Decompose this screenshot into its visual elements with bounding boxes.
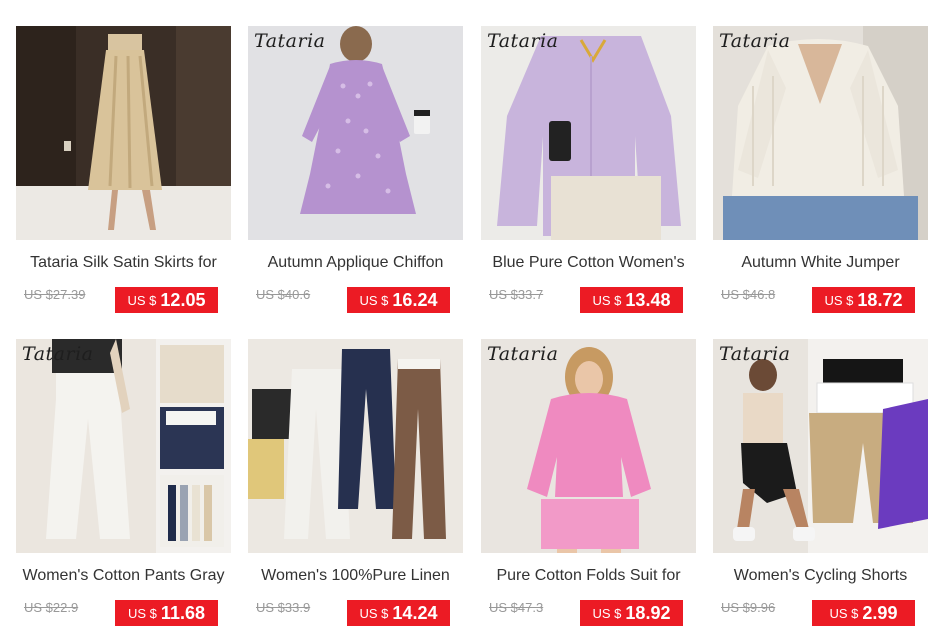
sale-price: 14.24 [392,602,438,623]
sale-price-badge: US $ 18.92 [580,600,683,626]
original-price: US $33.7 [489,287,544,302]
product-card[interactable]: Tataria Blue Pure Cotton Women's US $33.… [481,26,696,326]
original-price: US $46.8 [721,287,776,302]
sale-price: 11.68 [160,602,205,623]
brand-watermark: Tataria [254,30,326,52]
sale-price-badge: US $ 11.68 [115,600,218,626]
sale-price: 12.05 [160,289,206,310]
product-card[interactable]: Tataria Pure Cotton Folds Suit for US $4… [481,339,696,639]
brand-watermark: Tataria [487,343,559,365]
currency-label: US $ [128,605,157,621]
product-card[interactable]: Tataria Autumn Applique Chiffon US $40.6… [248,26,463,326]
sale-price-badge: US $ 2.99 [812,600,915,626]
original-price: US $33.9 [256,600,311,615]
product-card[interactable]: Tataria Women's Cotton Pants Gray US $22… [16,339,231,639]
currency-label: US $ [592,605,622,621]
sale-price-badge: US $ 13.48 [580,287,683,313]
product-image[interactable]: Tataria [248,26,463,240]
sale-price: 2.99 [862,602,898,623]
product-image[interactable]: Tataria [481,26,696,240]
original-price: US $27.39 [24,287,86,302]
sale-price-badge: US $ 16.24 [347,287,450,313]
product-card[interactable]: Tataria Autumn White Jumper US $46.8 US … [713,26,928,326]
sale-price: 18.92 [625,602,671,623]
currency-label: US $ [127,292,157,308]
sale-price-badge: US $ 18.72 [812,287,915,313]
product-image[interactable]: Tataria [713,26,928,240]
product-title[interactable]: Blue Pure Cotton Women's [481,254,696,272]
product-card[interactable]: Tataria Silk Satin Skirts for US $27.39 … [16,26,231,326]
product-title[interactable]: Women's 100%Pure Linen [248,567,463,585]
product-card[interactable]: Women's 100%Pure Linen US $33.9 US $ 14.… [248,339,463,639]
brand-watermark: Tataria [719,30,791,52]
product-title[interactable]: Women's Cotton Pants Gray [16,567,231,585]
original-price: US $22.9 [24,600,79,615]
product-title[interactable]: Autumn Applique Chiffon [248,254,463,272]
product-image[interactable] [16,26,231,240]
product-image[interactable] [248,339,463,553]
sale-price-badge: US $ 12.05 [115,287,218,313]
currency-label: US $ [592,292,622,308]
product-title[interactable]: Pure Cotton Folds Suit for [481,567,696,585]
product-image[interactable]: Tataria [713,339,928,553]
product-title[interactable]: Tataria Silk Satin Skirts for [16,254,231,272]
original-price: US $47.3 [489,600,544,615]
sale-price: 13.48 [625,289,671,310]
brand-watermark: Tataria [487,30,559,52]
currency-label: US $ [829,605,859,621]
product-grid: Tataria Silk Satin Skirts for US $27.39 … [0,0,943,636]
sale-price-badge: US $ 14.24 [347,600,450,626]
product-title[interactable]: Autumn White Jumper [713,254,928,272]
sale-price: 16.24 [392,289,438,310]
sale-price: 18.72 [857,289,903,310]
product-card[interactable]: Tataria Women's Cycling Shorts US $9.96 … [713,339,928,639]
brand-watermark: Tataria [22,343,94,365]
currency-label: US $ [824,292,854,308]
currency-label: US $ [359,292,389,308]
product-image[interactable]: Tataria [16,339,231,553]
product-image[interactable]: Tataria [481,339,696,553]
brand-watermark: Tataria [719,343,791,365]
currency-label: US $ [359,605,389,621]
original-price: US $40.6 [256,287,311,302]
original-price: US $9.96 [721,600,776,615]
product-title[interactable]: Women's Cycling Shorts [713,567,928,585]
